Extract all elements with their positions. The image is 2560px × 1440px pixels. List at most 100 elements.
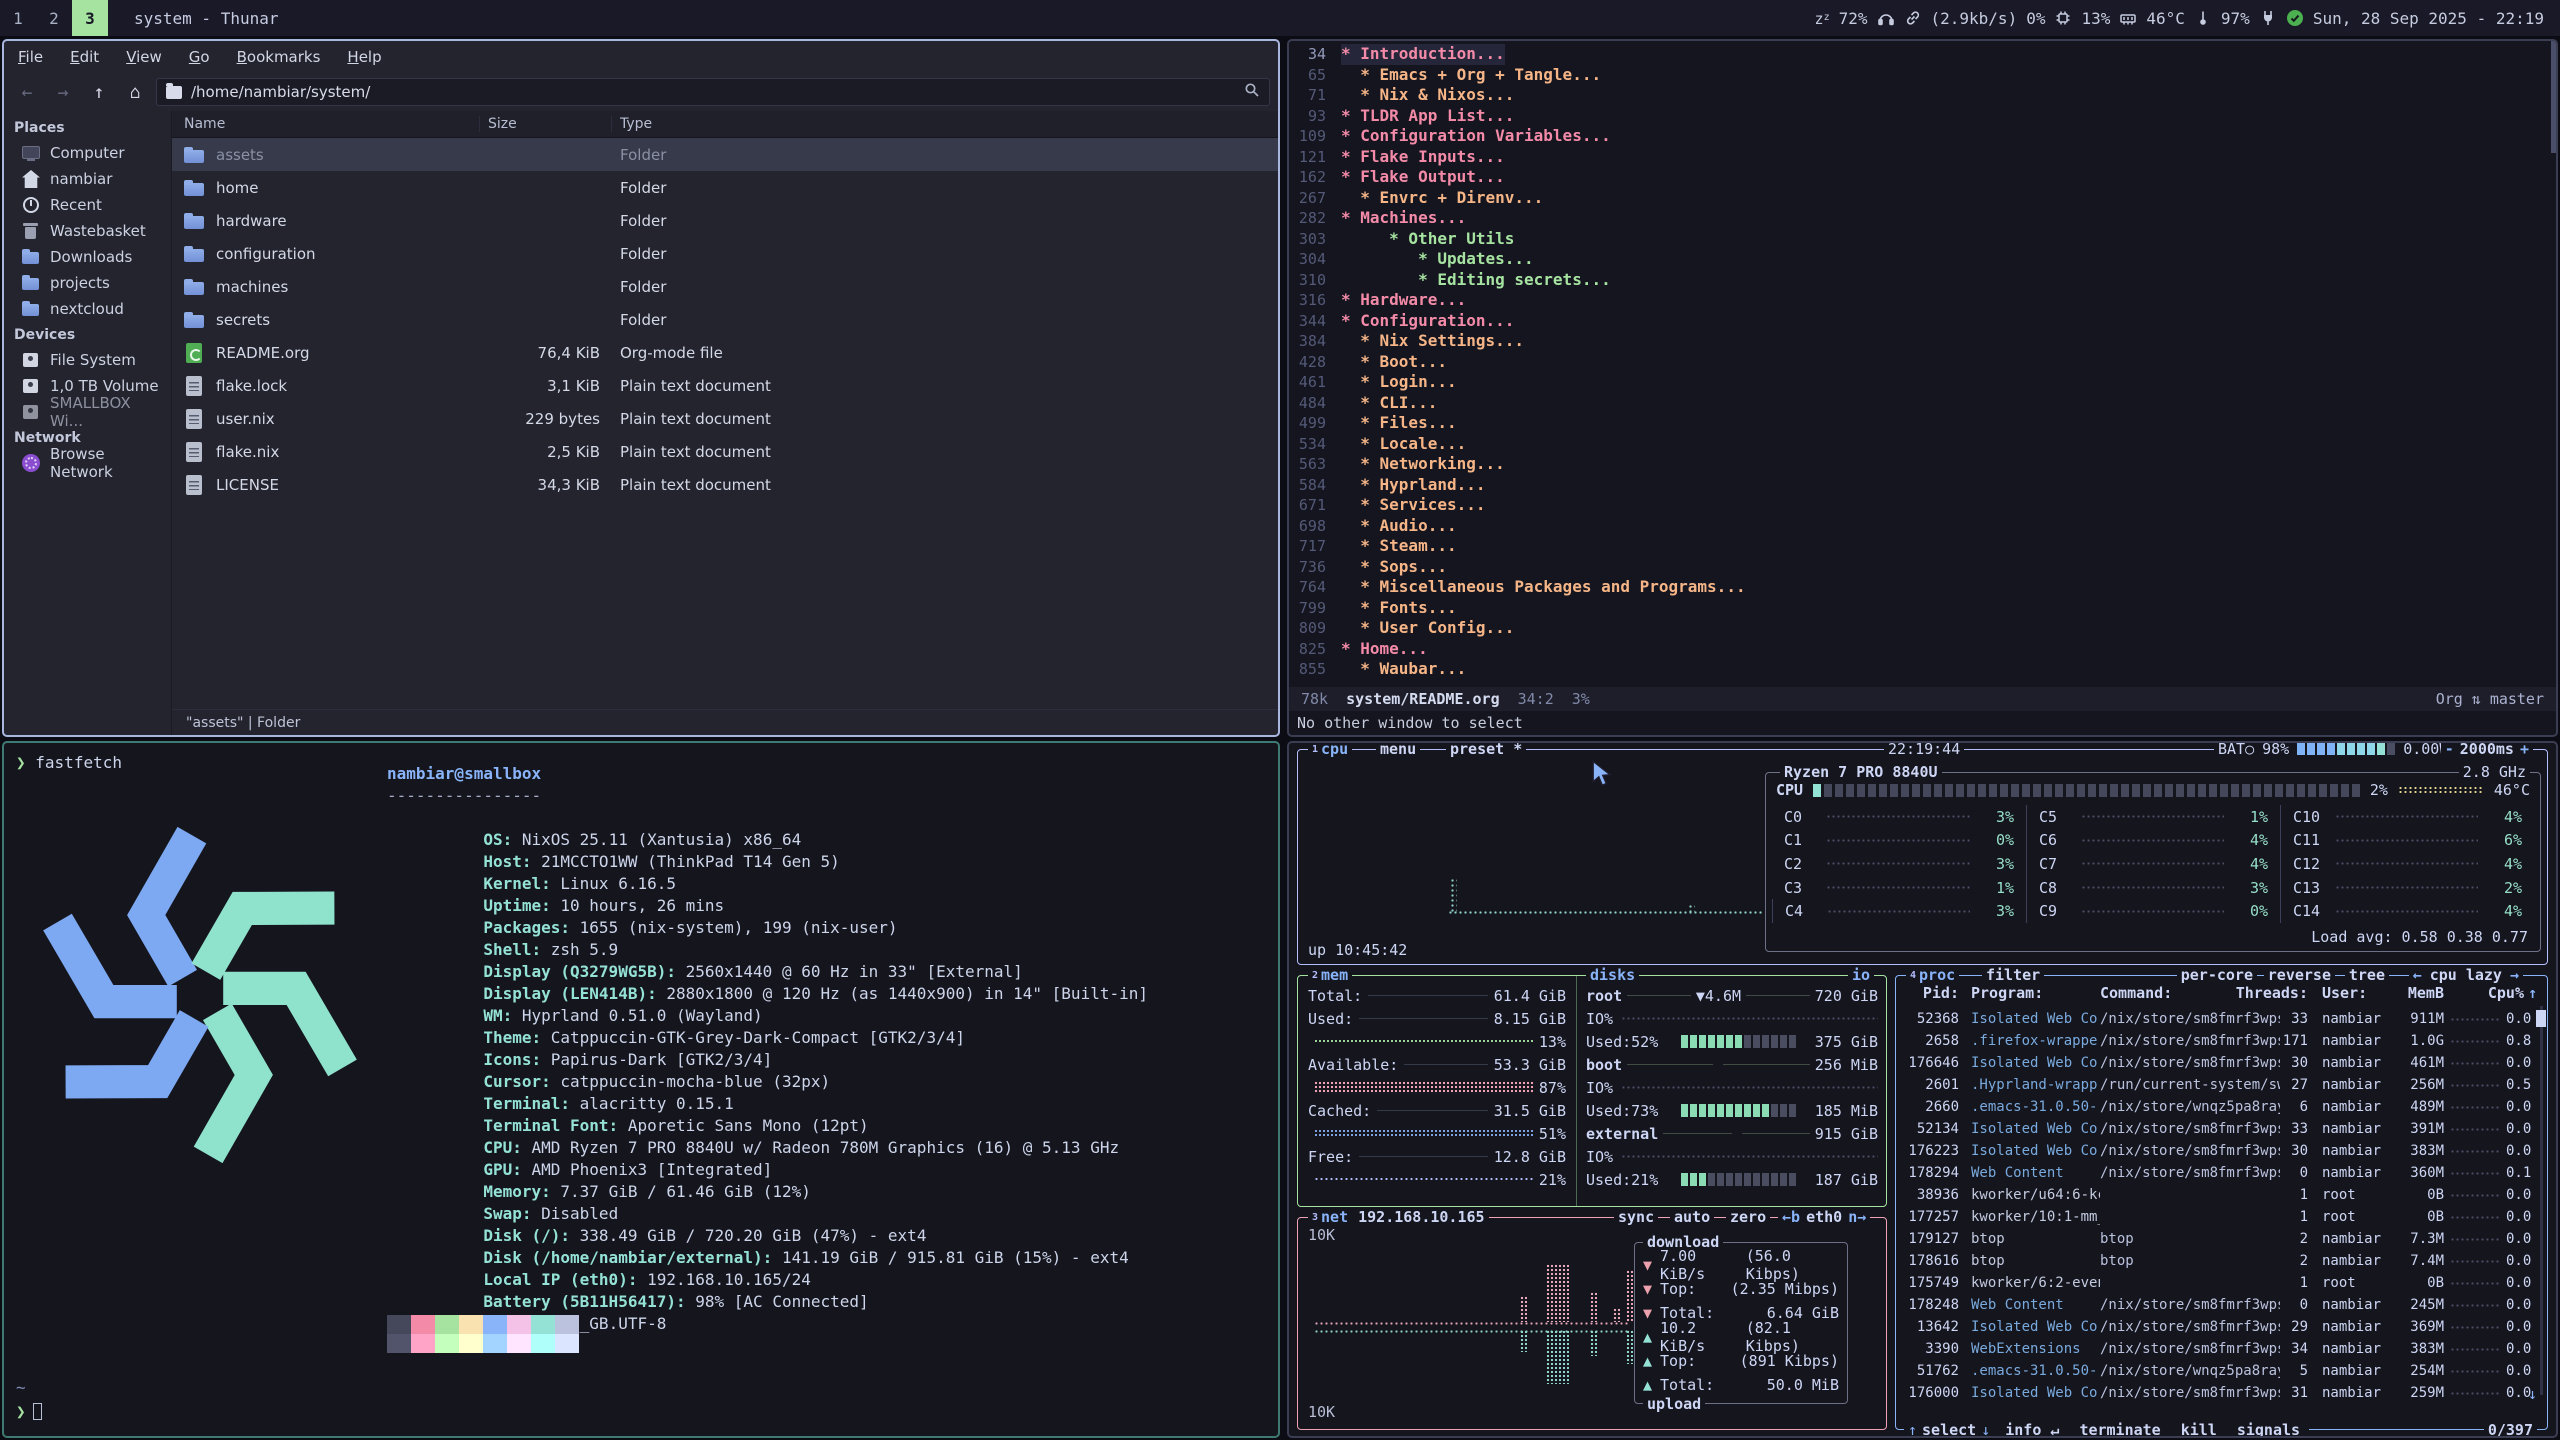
org-heading-line[interactable]: 310 * Editing secrets... (1289, 270, 2556, 291)
file-row[interactable]: user.nix 229 bytes Plain text document (172, 402, 1278, 435)
select-down-icon[interactable]: ↓ (1981, 1421, 1990, 1438)
org-heading-line[interactable]: 428 * Boot... (1289, 352, 2556, 373)
path-bar[interactable]: /home/nambiar/system/ (156, 78, 1270, 106)
terminate-button[interactable]: terminate (2074, 1421, 2165, 1438)
workspace-button[interactable]: 3 (72, 0, 108, 36)
signals-button[interactable]: signals (2232, 1421, 2305, 1438)
file-row[interactable]: home Folder (172, 171, 1278, 204)
sidebar-item[interactable]: nambiar (4, 166, 171, 192)
org-heading-line[interactable]: 534 * Locale... (1289, 434, 2556, 455)
process-scroll-cursor[interactable] (2536, 1010, 2546, 1027)
file-row[interactable]: flake.nix 2,5 KiB Plain text document (172, 435, 1278, 468)
process-scrollbar[interactable] (2540, 1006, 2543, 1395)
process-row[interactable]: 178248 Web Content /nix/store/sm8fmrf3wp… (1904, 1294, 2531, 1316)
org-heading-line[interactable]: 344 * Configuration... (1289, 311, 2556, 332)
column-header-type[interactable]: Type (612, 116, 1278, 132)
network-link-icon[interactable] (1904, 9, 1922, 27)
org-heading-line[interactable]: 717 * Steam... (1289, 536, 2556, 557)
sidebar-item[interactable]: Computer (4, 140, 171, 166)
file-row[interactable]: assets Folder (172, 138, 1278, 171)
sort-next[interactable]: → (2510, 966, 2519, 984)
header-program[interactable]: Program: (1971, 984, 2043, 1002)
org-heading-line[interactable]: 121 * Flake Inputs... (1289, 147, 2556, 168)
org-heading-line[interactable]: 71 * Nix & Nixos... (1289, 85, 2556, 106)
proc-box-title[interactable]: 4proc (1906, 966, 1959, 984)
io-mode-button[interactable]: io (1848, 966, 1874, 984)
file-row[interactable]: flake.lock 3,1 KiB Plain text document (172, 369, 1278, 402)
sidebar-item[interactable]: Recent (4, 192, 171, 218)
tree-toggle[interactable]: tree (2345, 966, 2389, 984)
header-pid[interactable]: Pid: (1904, 984, 1959, 1002)
auto-button[interactable]: auto (1670, 1208, 1714, 1226)
org-heading-line[interactable]: 34 * Introduction... (1289, 44, 2556, 65)
header-threads[interactable]: Threads: (2226, 984, 2308, 1002)
org-heading-line[interactable]: 671 * Services... (1289, 495, 2556, 516)
menu-item[interactable]: View (126, 48, 162, 66)
back-button[interactable]: ← (12, 78, 42, 106)
process-row[interactable]: 2601 .Hyprland-wrapp /run/current-system… (1904, 1074, 2531, 1096)
mem-box-title[interactable]: 2mem (1308, 966, 1352, 984)
updates-ok-icon[interactable] (2286, 9, 2304, 27)
info-button[interactable]: info ↵ (2000, 1421, 2064, 1438)
menu-item[interactable]: Go (189, 48, 210, 66)
sidebar-item[interactable]: Browse Network (4, 450, 171, 476)
reverse-toggle[interactable]: reverse (2264, 966, 2335, 984)
org-heading-line[interactable]: 825 * Home... (1289, 639, 2556, 660)
org-heading-line[interactable]: 799 * Fonts... (1289, 598, 2556, 619)
menu-item[interactable]: Edit (70, 48, 99, 66)
zero-button[interactable]: zero (1726, 1208, 1770, 1226)
idle-inhibit-icon[interactable]: zz (1815, 10, 1830, 26)
org-heading-line[interactable]: 461 * Login... (1289, 372, 2556, 393)
header-user[interactable]: User: (2322, 984, 2367, 1002)
process-row[interactable]: 51762 .emacs-31.0.50- /nix/store/wnqz5pa… (1904, 1360, 2531, 1382)
org-heading-line[interactable]: 855 * Waubar... (1289, 659, 2556, 680)
process-row[interactable]: 3390 WebExtensions /nix/store/sm8fmrf3wp… (1904, 1338, 2531, 1360)
clock-date[interactable]: Sun, 28 Sep 2025 - 22:19 (2313, 9, 2544, 28)
process-row[interactable]: 52368 Isolated Web Co /nix/store/sm8fmrf… (1904, 1008, 2531, 1030)
sidebar-item[interactable]: Wastebasket (4, 218, 171, 244)
kill-button[interactable]: kill (2176, 1421, 2222, 1438)
process-row[interactable]: 175749 kworker/6:2-even 1 root 0B 0.0 (1904, 1272, 2531, 1294)
menu-item[interactable]: Help (347, 48, 381, 66)
headphones-icon[interactable] (1877, 9, 1895, 27)
file-row[interactable]: README.org 76,4 KiB Org-mode file (172, 336, 1278, 369)
scroll-down-icon[interactable]: ↓ (2528, 1385, 2537, 1403)
sort-prev[interactable]: ← (2413, 966, 2422, 984)
process-row[interactable]: 176646 Isolated Web Co /nix/store/sm8fmr… (1904, 1052, 2531, 1074)
process-row[interactable]: 178616 btop btop 2 nambiar 7.4M 0.0 (1904, 1250, 2531, 1272)
disks-title[interactable]: disks (1586, 966, 1639, 984)
sidebar-item[interactable]: nextcloud (4, 296, 171, 322)
org-heading-line[interactable]: 267 * Envrc + Direnv... (1289, 188, 2556, 209)
interval-decrease[interactable]: - (2445, 741, 2454, 758)
process-row[interactable]: 176000 Isolated Web Co /nix/store/sm8fmr… (1904, 1382, 2531, 1404)
sidebar-item[interactable]: projects (4, 270, 171, 296)
process-row[interactable]: 2660 .emacs-31.0.50- /nix/store/wnqz5pa8… (1904, 1096, 2531, 1118)
process-row[interactable]: 179127 btop btop 2 nambiar 7.3M 0.0 (1904, 1228, 2531, 1250)
search-icon[interactable] (1244, 82, 1260, 102)
org-heading-line[interactable]: 65 * Emacs + Org + Tangle... (1289, 65, 2556, 86)
org-heading-line[interactable]: 304 * Updates... (1289, 249, 2556, 270)
workspace-button[interactable]: 1 (0, 0, 36, 36)
column-header-name[interactable]: Name (172, 116, 480, 132)
org-heading-line[interactable]: 303 * Other Utils (1289, 229, 2556, 250)
org-heading-line[interactable]: 484 * CLI... (1289, 393, 2556, 414)
sidebar-item[interactable]: SMALLBOX Wi... (4, 399, 171, 425)
iface-next[interactable]: n→ (1848, 1208, 1866, 1226)
interval-increase[interactable]: + (2520, 741, 2529, 758)
sync-button[interactable]: sync (1614, 1208, 1658, 1226)
menu-item[interactable]: Bookmarks (237, 48, 321, 66)
column-header-size[interactable]: Size (480, 116, 612, 132)
file-row[interactable]: secrets Folder (172, 303, 1278, 336)
header-cpu[interactable]: Cpu% (2462, 984, 2524, 1002)
file-row[interactable]: hardware Folder (172, 204, 1278, 237)
process-row[interactable]: 52134 Isolated Web Co /nix/store/sm8fmrf… (1904, 1118, 2531, 1140)
sort-column-switcher[interactable]: ←cpu lazy→ (2409, 966, 2523, 984)
preset-button[interactable]: preset * (1446, 741, 1526, 758)
header-command[interactable]: Command: (2100, 984, 2172, 1002)
org-heading-line[interactable]: 93 * TLDR App List... (1289, 106, 2556, 127)
org-heading-line[interactable]: 698 * Audio... (1289, 516, 2556, 537)
up-button[interactable]: ↑ (84, 78, 114, 106)
file-row[interactable]: LICENSE 34,3 KiB Plain text document (172, 468, 1278, 501)
emacs-scrollbar[interactable] (2551, 41, 2556, 153)
process-row[interactable]: 38936 kworker/u64:6-kc 1 root 0B 0.0 (1904, 1184, 2531, 1206)
